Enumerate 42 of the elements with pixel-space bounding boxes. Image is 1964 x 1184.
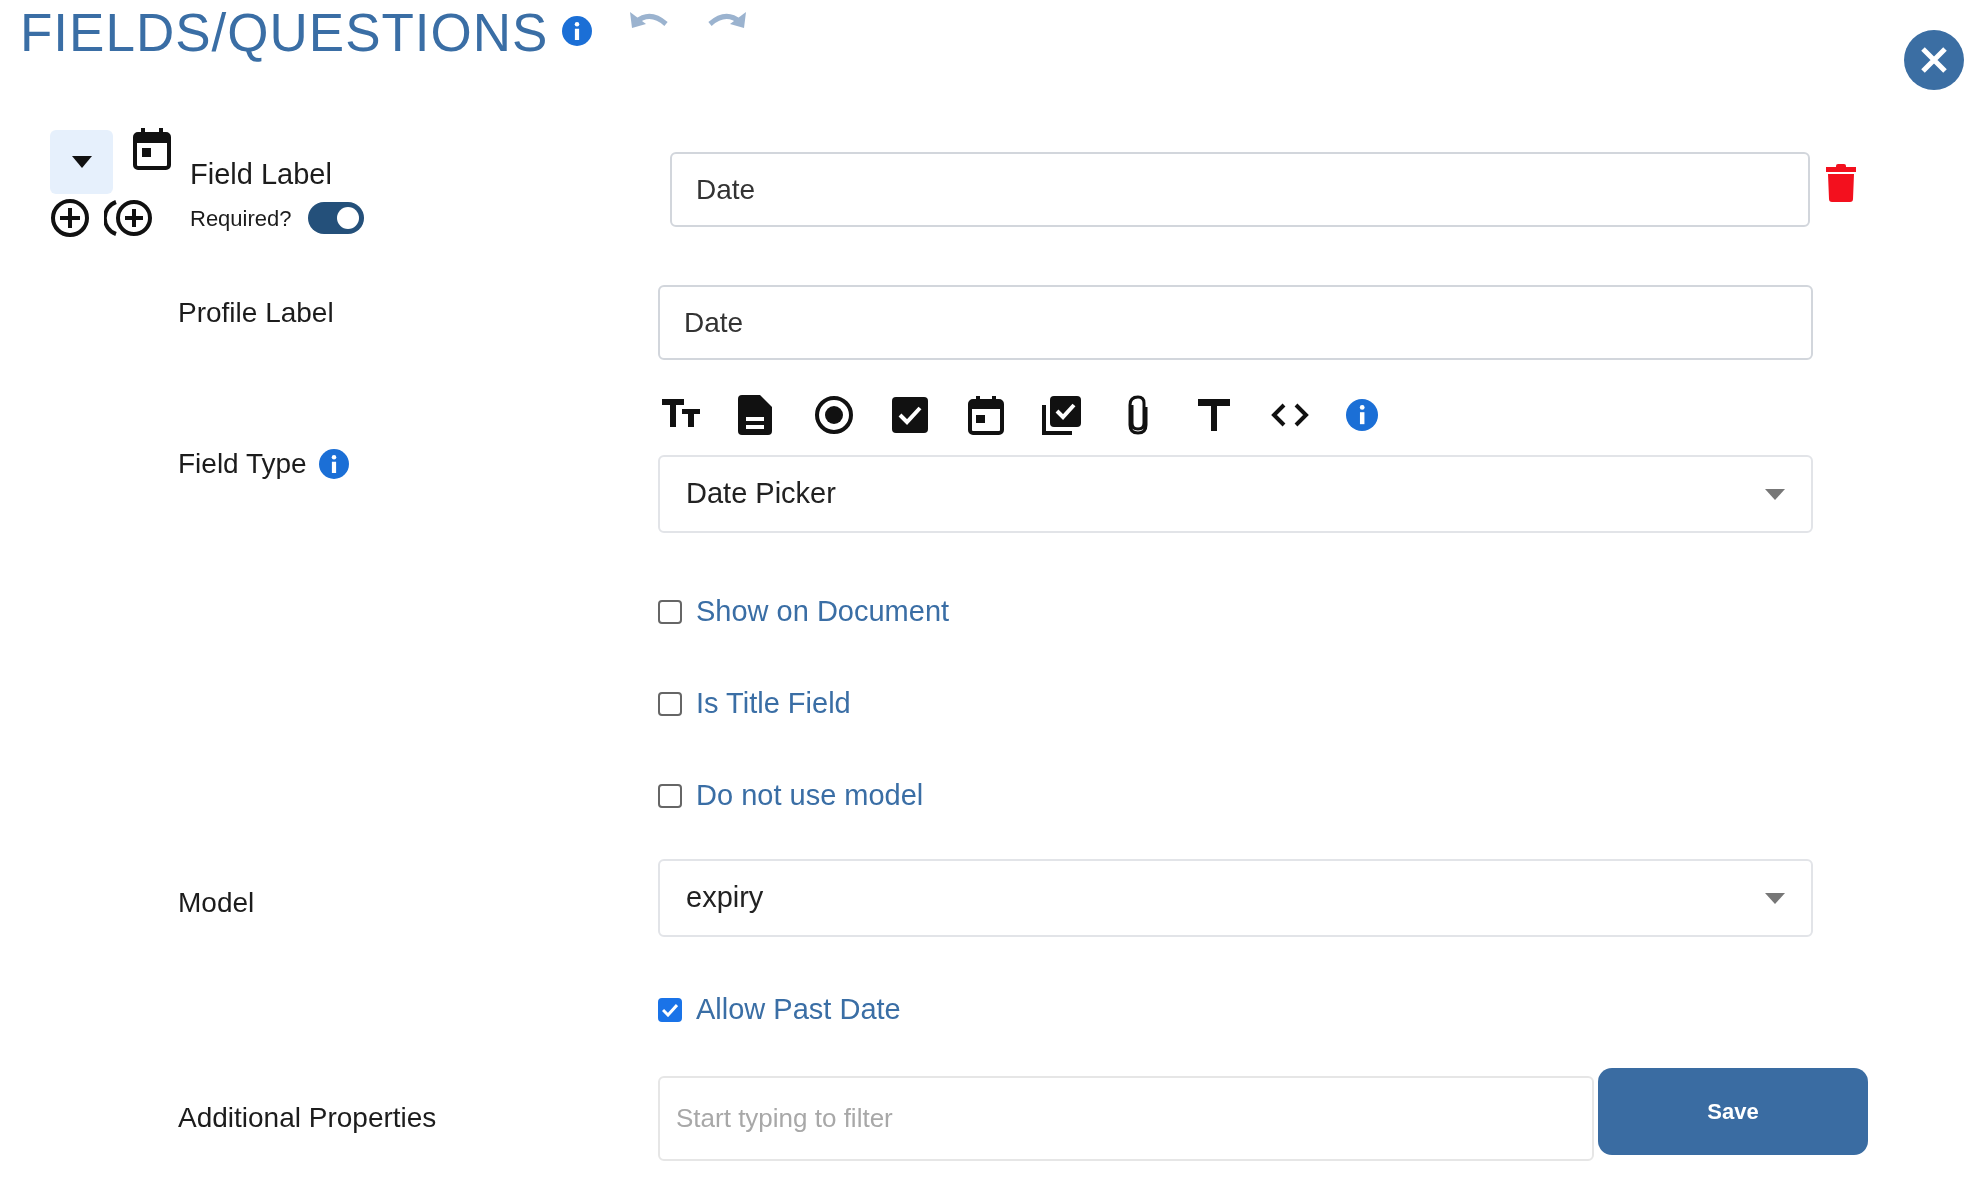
field-label: Field Label	[190, 156, 333, 192]
select-field[interactable]: expiry	[658, 859, 1813, 937]
close-icon	[1919, 45, 1949, 75]
calendar-icon	[133, 128, 171, 170]
add-nested-icon[interactable]	[104, 198, 154, 238]
caret-down-icon	[1765, 892, 1785, 904]
calendar-icon[interactable]	[966, 395, 1006, 435]
check-icon	[662, 1003, 678, 1017]
profile-label-input[interactable]: Date	[658, 285, 1813, 360]
save-button[interactable]: Save	[1598, 1068, 1868, 1155]
caret-down-icon	[71, 156, 92, 168]
field-name: Field Type	[178, 446, 307, 481]
multi-checkbox-icon[interactable]	[1042, 395, 1082, 435]
checkbox-label: Is Title Field	[696, 686, 851, 722]
add-circle-icon[interactable]	[50, 198, 90, 238]
checkbox[interactable]	[658, 998, 682, 1022]
close-button[interactable]	[1904, 30, 1964, 90]
select-value: Date Picker	[686, 476, 836, 512]
checkbox-icon[interactable]	[890, 395, 930, 435]
field-name: Model	[178, 886, 255, 920]
page-title: FIELDS/QUESTIONS	[20, 2, 549, 64]
checkbox[interactable]	[658, 600, 682, 624]
required-label: Required?	[190, 204, 292, 233]
checkbox[interactable]	[658, 692, 682, 716]
checkbox[interactable]	[658, 784, 682, 808]
trash-icon[interactable]	[1826, 164, 1856, 202]
checkbox-label: Do not use model	[696, 778, 924, 814]
caret-down-icon	[1765, 488, 1785, 500]
radio-button-icon[interactable]	[814, 395, 854, 435]
info-icon[interactable]	[1346, 399, 1378, 431]
filter-field[interactable]: Start typing to filter	[658, 1076, 1594, 1161]
field-name: Additional Properties	[178, 1100, 437, 1135]
field-label-input[interactable]: Date	[670, 152, 1810, 227]
checkbox-label: Show on Document	[696, 594, 950, 630]
select-field[interactable]: Date Picker	[658, 455, 1813, 533]
checkbox-label: Allow Past Date	[696, 992, 901, 1028]
select-value: expiry	[686, 880, 764, 916]
required-toggle[interactable]	[307, 202, 364, 234]
field-name: Profile Label	[178, 295, 334, 330]
info-icon[interactable]	[562, 16, 593, 46]
collapse-button[interactable]	[50, 130, 113, 194]
info-icon[interactable]	[318, 448, 349, 479]
